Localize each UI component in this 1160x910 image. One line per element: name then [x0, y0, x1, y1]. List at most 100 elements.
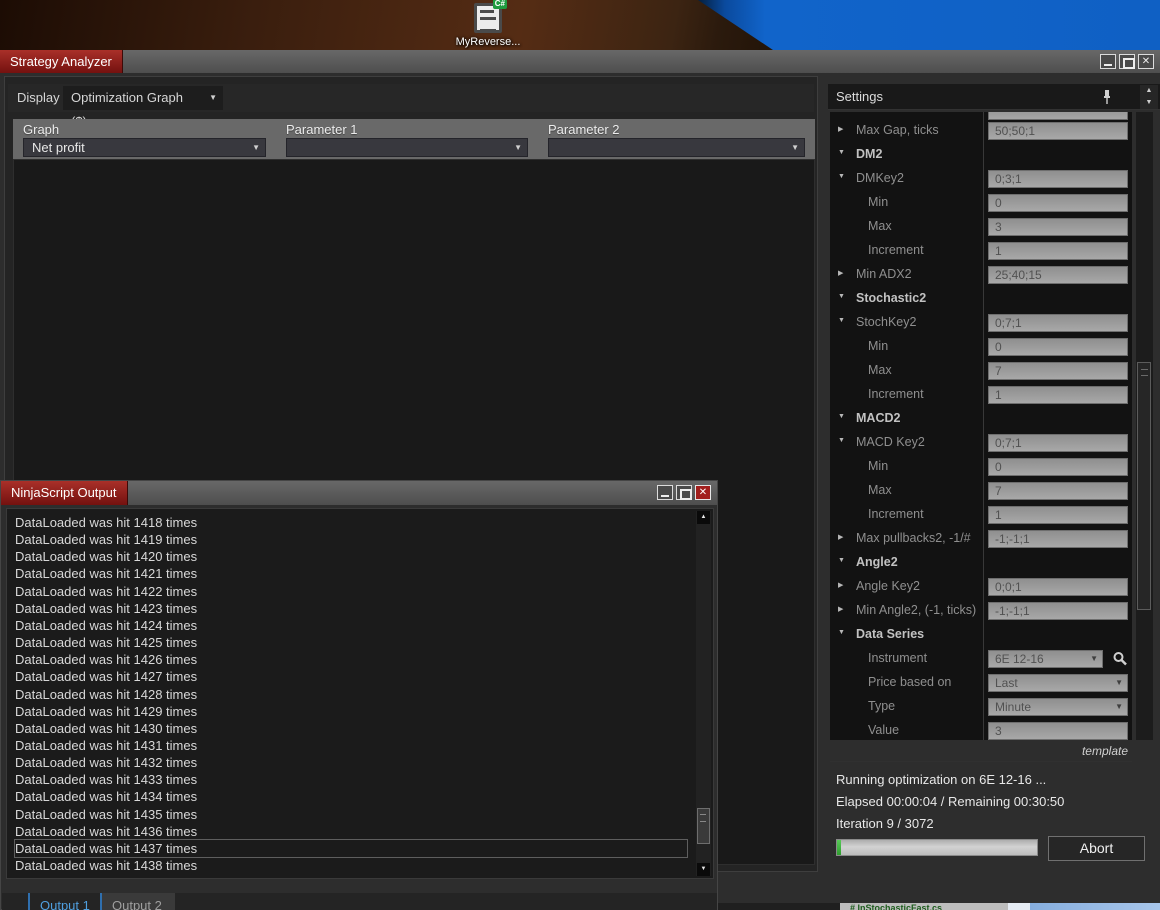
tab-output-2[interactable]: Output 2: [102, 893, 175, 910]
property-value-max[interactable]: 7: [988, 482, 1128, 500]
minimize-button[interactable]: [657, 485, 673, 500]
csharp-badge-icon: C#: [492, 0, 507, 9]
chevron-down-icon[interactable]: ▼: [1115, 699, 1123, 715]
property-value-increment[interactable]: 1: [988, 506, 1128, 524]
collapse-arrow-icon[interactable]: ▼: [838, 293, 845, 300]
graph-dropdown[interactable]: Net profit ▼: [23, 138, 266, 157]
ninjascript-output-title-tab[interactable]: NinjaScript Output: [1, 481, 128, 505]
property-value-stochkey2[interactable]: 0;7;1: [988, 314, 1128, 332]
output-line[interactable]: DataLoaded was hit 1436 times: [15, 823, 197, 840]
property-value-max[interactable]: 7: [988, 362, 1128, 380]
tab-output-1[interactable]: Output 1: [28, 893, 102, 910]
scroll-up-icon[interactable]: ▲: [697, 511, 710, 524]
output-line[interactable]: DataLoaded was hit 1432 times: [15, 754, 197, 771]
output-line[interactable]: DataLoaded was hit 1438 times: [15, 857, 197, 874]
output-line[interactable]: DataLoaded was hit 1422 times: [15, 583, 197, 600]
output-line[interactable]: DataLoaded was hit 1434 times: [15, 788, 197, 805]
strategy-analyzer-titlebar[interactable]: Strategy Analyzer ✕: [0, 50, 1160, 73]
strategy-analyzer-title-tab[interactable]: Strategy Analyzer: [0, 50, 123, 73]
collapse-arrow-icon[interactable]: ▼: [838, 437, 845, 444]
property-value-macd-key2[interactable]: 0;7;1: [988, 434, 1128, 452]
parameter1-dropdown[interactable]: ▼: [286, 138, 528, 157]
output-line[interactable]: DataLoaded was hit 1424 times: [15, 617, 197, 634]
ninjascript-output-titlebar[interactable]: NinjaScript Output ✕: [1, 481, 717, 505]
output-line[interactable]: DataLoaded was hit 1419 times: [15, 531, 197, 548]
chevron-down-icon[interactable]: ▼: [1115, 675, 1123, 691]
output-line[interactable]: DataLoaded was hit 1431 times: [15, 737, 197, 754]
property-value-price-based-on[interactable]: Last ▼: [988, 674, 1128, 692]
parameter2-dropdown[interactable]: ▼: [548, 138, 805, 157]
property-value-min-angle2-1-ticks[interactable]: -1;-1;1: [988, 602, 1128, 620]
output-line[interactable]: DataLoaded was hit 1421 times: [15, 565, 197, 582]
expand-arrow-icon[interactable]: ▶: [838, 125, 843, 133]
output-line[interactable]: DataLoaded was hit 1433 times: [15, 771, 197, 788]
desktop-icon-myreverse[interactable]: C# MyReverse...: [455, 0, 521, 48]
output-line[interactable]: DataLoaded was hit 1429 times: [15, 703, 197, 720]
property-value-instrument[interactable]: 6E 12-16 ▼: [988, 650, 1103, 668]
collapse-arrow-icon[interactable]: ▼: [838, 557, 845, 564]
property-label: DM2: [856, 147, 883, 161]
template-row: template: [830, 744, 1132, 762]
abort-button[interactable]: Abort: [1048, 836, 1145, 861]
property-value-min[interactable]: 0: [988, 338, 1128, 356]
minimize-button[interactable]: [1100, 54, 1116, 69]
output-line[interactable]: DataLoaded was hit 1435 times: [15, 806, 197, 823]
template-link[interactable]: template: [1082, 744, 1128, 758]
expand-arrow-icon[interactable]: ▶: [838, 269, 843, 277]
property-value-text: 0: [995, 340, 1002, 354]
output-scrollbar[interactable]: ▲ ▼: [696, 511, 711, 876]
property-value-text: 1: [995, 244, 1002, 258]
collapse-arrow-icon[interactable]: ▼: [838, 629, 845, 636]
property-value-text: 7: [995, 364, 1002, 378]
output-line-focused[interactable]: DataLoaded was hit 1437 times: [14, 838, 688, 858]
property-value-max-pullbacks2-1[interactable]: -1;-1;1: [988, 530, 1128, 548]
search-icon[interactable]: [1112, 651, 1128, 667]
output-line[interactable]: DataLoaded was hit 1430 times: [15, 720, 197, 737]
pin-icon[interactable]: [1100, 88, 1114, 106]
output-line[interactable]: DataLoaded was hit 1426 times: [15, 651, 197, 668]
scroll-down-icon[interactable]: ▼: [697, 863, 710, 876]
property-value-text: 0;7;1: [995, 436, 1022, 450]
collapse-arrow-icon[interactable]: ▼: [838, 413, 845, 420]
ninjascript-output-window: NinjaScript Output ✕ ▲ ▼ DataLoaded was …: [0, 480, 718, 910]
property-value-increment[interactable]: 1: [988, 242, 1128, 260]
scroll-down-icon[interactable]: ▼: [1140, 97, 1158, 109]
chevron-down-icon[interactable]: ▼: [1090, 651, 1098, 667]
property-value-min[interactable]: 0: [988, 194, 1128, 212]
property-value-dmkey2[interactable]: 0;3;1: [988, 170, 1128, 188]
maximize-button[interactable]: [1119, 54, 1135, 69]
expand-arrow-icon[interactable]: ▶: [838, 581, 843, 589]
property-label: MACD Key2: [856, 435, 925, 449]
expand-arrow-icon[interactable]: ▶: [838, 533, 843, 541]
property-value-increment[interactable]: 1: [988, 386, 1128, 404]
property-value-max-gap-ticks[interactable]: 50;50;1: [988, 122, 1128, 140]
settings-row-type: Type Minute ▼: [830, 696, 1132, 720]
settings-row-increment: Increment 1: [830, 504, 1132, 528]
property-value-type[interactable]: Minute ▼: [988, 698, 1128, 716]
scroll-up-icon[interactable]: ▲: [1140, 85, 1158, 97]
display-mode-dropdown[interactable]: Optimization Graph ($) ▼: [63, 86, 223, 129]
property-value-max[interactable]: 3: [988, 218, 1128, 236]
expand-arrow-icon[interactable]: ▶: [838, 605, 843, 613]
output-line[interactable]: DataLoaded was hit 1418 times: [15, 514, 197, 531]
settings-scrollbar-thumb[interactable]: [1137, 362, 1151, 610]
settings-scrollbar[interactable]: [1136, 112, 1153, 740]
output-line[interactable]: DataLoaded was hit 1423 times: [15, 600, 197, 617]
output-line[interactable]: DataLoaded was hit 1427 times: [15, 668, 197, 685]
collapse-arrow-icon[interactable]: ▼: [838, 317, 845, 324]
property-value-value[interactable]: 3: [988, 722, 1128, 740]
close-button[interactable]: ✕: [1138, 54, 1154, 69]
property-value-angle-key2[interactable]: 0;0;1: [988, 578, 1128, 596]
parameter1-column: Parameter 1 ▼: [276, 119, 538, 159]
output-line[interactable]: DataLoaded was hit 1425 times: [15, 634, 197, 651]
collapse-arrow-icon[interactable]: ▼: [838, 173, 845, 180]
clipped-input-box[interactable]: [988, 112, 1128, 120]
property-value-min-adx2[interactable]: 25;40;15: [988, 266, 1128, 284]
collapse-arrow-icon[interactable]: ▼: [838, 149, 845, 156]
output-scrollbar-thumb[interactable]: [697, 808, 710, 844]
output-line[interactable]: DataLoaded was hit 1420 times: [15, 548, 197, 565]
output-line[interactable]: DataLoaded was hit 1428 times: [15, 686, 197, 703]
maximize-button[interactable]: [676, 485, 692, 500]
property-value-min[interactable]: 0: [988, 458, 1128, 476]
close-button[interactable]: ✕: [695, 485, 711, 500]
